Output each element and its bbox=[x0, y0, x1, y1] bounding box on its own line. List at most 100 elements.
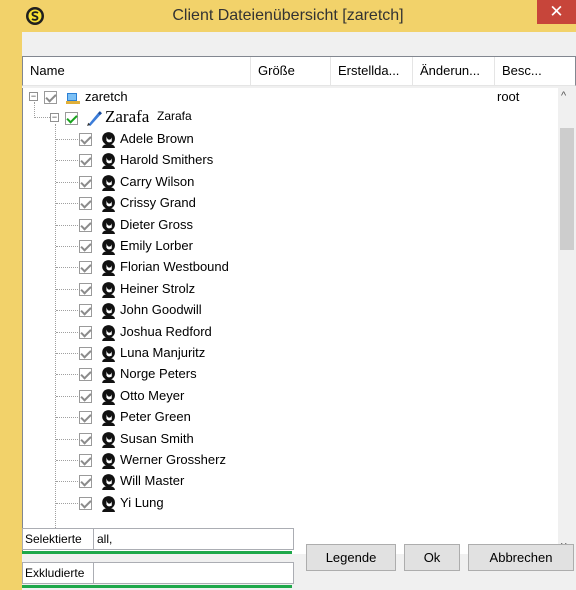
tree-row-user[interactable]: Harold Smithers bbox=[23, 151, 558, 172]
cancel-button[interactable]: Abbrechen bbox=[468, 544, 574, 571]
progress-bar bbox=[22, 551, 292, 554]
column-name[interactable]: Name bbox=[23, 57, 251, 85]
tree-row-user[interactable]: Otto Meyer bbox=[23, 387, 558, 408]
user-icon bbox=[102, 346, 115, 362]
user-label: Heiner Strolz bbox=[120, 280, 196, 296]
excluded-field[interactable]: Exkludierte bbox=[22, 562, 294, 584]
user-checkbox[interactable] bbox=[79, 304, 92, 318]
file-tree[interactable]: − zaretch root − Zarafa Zarafa Adele Bro… bbox=[22, 88, 558, 554]
scroll-thumb[interactable] bbox=[560, 128, 574, 250]
root-checkbox[interactable] bbox=[44, 91, 57, 104]
user-label: Werner Grossherz bbox=[120, 452, 226, 467]
root-description: root bbox=[497, 89, 520, 104]
user-checkbox[interactable] bbox=[79, 218, 92, 232]
tree-row-zarafa[interactable]: − Zarafa Zarafa bbox=[23, 107, 558, 130]
user-checkbox[interactable] bbox=[79, 432, 92, 446]
user-checkbox[interactable] bbox=[79, 261, 92, 275]
tree-row-user[interactable]: Susan Smith bbox=[23, 430, 558, 451]
zarafa-label: Zarafa bbox=[157, 109, 192, 123]
legend-button[interactable]: Legende bbox=[306, 544, 396, 571]
user-label: Norge Peters bbox=[120, 366, 197, 382]
column-header: Name Größe Erstellda... Änderun... Besc.… bbox=[22, 56, 576, 86]
user-icon bbox=[102, 174, 115, 191]
user-label: Carry Wilson bbox=[120, 173, 195, 189]
vertical-scrollbar[interactable]: ^ v bbox=[558, 88, 576, 554]
user-checkbox[interactable] bbox=[79, 496, 92, 510]
user-checkbox[interactable] bbox=[79, 347, 92, 360]
user-label: Susan Smith bbox=[120, 430, 194, 446]
tree-row-root[interactable]: − zaretch root bbox=[23, 88, 558, 109]
collapse-icon[interactable]: − bbox=[29, 92, 38, 101]
zarafa-logo-text: Zarafa bbox=[105, 107, 150, 126]
selected-field[interactable]: Selektierte all, bbox=[22, 528, 294, 550]
user-checkbox[interactable] bbox=[79, 282, 92, 296]
user-label: Dieter Gross bbox=[120, 216, 193, 232]
column-description[interactable]: Besc... bbox=[495, 57, 576, 85]
user-checkbox[interactable] bbox=[79, 325, 92, 339]
tree-row-user[interactable]: Florian Westbound bbox=[23, 258, 558, 279]
user-checkbox[interactable] bbox=[79, 475, 92, 489]
tree-row-user[interactable]: Peter Green bbox=[23, 408, 558, 429]
user-checkbox[interactable] bbox=[79, 454, 92, 467]
tree-row-user[interactable]: Joshua Redford bbox=[23, 323, 558, 344]
user-label: Adele Brown bbox=[120, 131, 194, 146]
user-checkbox[interactable] bbox=[79, 133, 92, 146]
server-icon bbox=[66, 93, 80, 104]
column-modified[interactable]: Änderun... bbox=[413, 57, 495, 85]
user-label: Crissy Grand bbox=[120, 195, 196, 211]
tree-row-user[interactable]: Emily Lorber bbox=[23, 237, 558, 258]
user-label: Peter Green bbox=[120, 409, 191, 425]
app-logo-icon bbox=[26, 7, 44, 25]
tree-row-user[interactable]: John Goodwill bbox=[23, 301, 558, 322]
tree-row-user[interactable]: Yi Lung bbox=[23, 494, 558, 515]
user-checkbox[interactable] bbox=[79, 240, 92, 253]
user-icon bbox=[102, 260, 115, 277]
user-icon bbox=[102, 410, 115, 427]
user-label: Yi Lung bbox=[120, 494, 164, 510]
tree-row-user[interactable]: Luna Manjuritz bbox=[23, 344, 558, 365]
user-icon bbox=[102, 388, 115, 405]
user-icon bbox=[102, 495, 115, 512]
user-icon bbox=[102, 367, 115, 384]
column-size[interactable]: Größe bbox=[251, 57, 331, 85]
tree-row-user[interactable]: Crissy Grand bbox=[23, 194, 558, 215]
user-icon bbox=[102, 196, 115, 213]
user-label: Luna Manjuritz bbox=[120, 345, 206, 360]
selected-value: all, bbox=[97, 532, 113, 546]
user-icon bbox=[102, 453, 115, 469]
window-title: Client Dateienübersicht [zaretch] bbox=[172, 7, 404, 24]
user-checkbox[interactable] bbox=[79, 154, 92, 168]
user-icon bbox=[102, 132, 115, 148]
user-icon bbox=[102, 303, 115, 320]
zarafa-checkbox[interactable] bbox=[65, 112, 78, 125]
user-icon bbox=[102, 324, 115, 341]
tree-row-user[interactable]: Dieter Gross bbox=[23, 216, 558, 237]
progress-bar-2 bbox=[22, 585, 292, 588]
collapse-icon[interactable]: − bbox=[50, 113, 59, 122]
title-bar[interactable]: Client Dateienübersicht [zaretch] ✕ bbox=[0, 0, 576, 32]
excluded-label: Exkludierte bbox=[25, 566, 85, 580]
user-checkbox[interactable] bbox=[79, 197, 92, 211]
dialog-window: Client Dateienübersicht [zaretch] ✕ Name… bbox=[0, 0, 576, 590]
ok-button[interactable]: Ok bbox=[404, 544, 460, 571]
root-label: zaretch bbox=[85, 89, 128, 104]
user-checkbox[interactable] bbox=[79, 175, 92, 189]
user-label: John Goodwill bbox=[120, 302, 202, 318]
tree-row-user[interactable]: Adele Brown bbox=[23, 130, 558, 151]
user-label: Joshua Redford bbox=[120, 323, 212, 339]
close-button[interactable]: ✕ bbox=[537, 0, 576, 24]
user-label: Will Master bbox=[120, 473, 185, 489]
user-checkbox[interactable] bbox=[79, 411, 92, 425]
tree-row-user[interactable]: Heiner Strolz bbox=[23, 280, 558, 301]
user-label: Harold Smithers bbox=[120, 152, 214, 168]
column-created[interactable]: Erstellda... bbox=[331, 57, 413, 85]
user-checkbox[interactable] bbox=[79, 389, 92, 403]
tree-row-user[interactable]: Will Master bbox=[23, 472, 558, 493]
user-checkbox[interactable] bbox=[79, 368, 92, 382]
scroll-up-icon[interactable]: ^ bbox=[561, 90, 566, 102]
tree-row-user[interactable]: Carry Wilson bbox=[23, 173, 558, 194]
user-icon bbox=[102, 431, 115, 448]
user-icon bbox=[102, 153, 115, 170]
tree-row-user[interactable]: Norge Peters bbox=[23, 365, 558, 386]
tree-row-user[interactable]: Werner Grossherz bbox=[23, 451, 558, 472]
